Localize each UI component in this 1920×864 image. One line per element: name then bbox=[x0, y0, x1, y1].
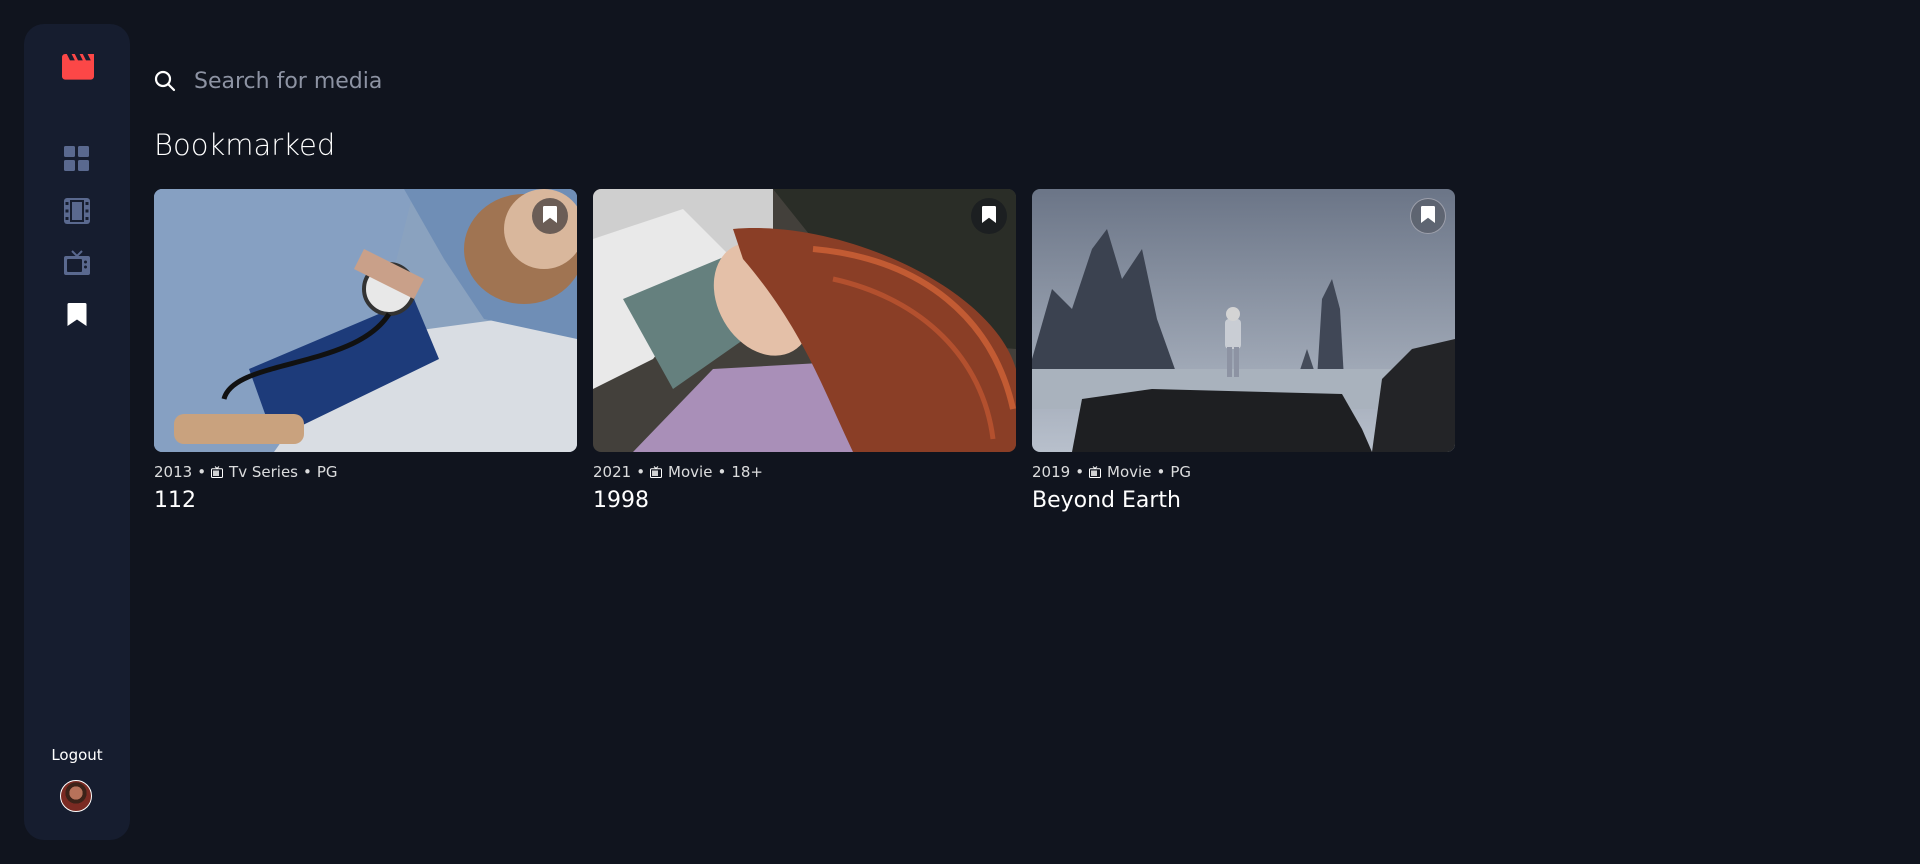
media-category: Movie bbox=[1107, 463, 1152, 481]
bookmark-icon bbox=[67, 303, 87, 331]
media-card[interactable]: 2019 • Movie • PG Beyond Earth bbox=[1032, 189, 1455, 513]
tv-icon bbox=[64, 250, 90, 280]
media-category: Tv Series bbox=[229, 463, 298, 481]
thumbnail-image bbox=[1032, 189, 1455, 452]
nav-home[interactable] bbox=[64, 146, 90, 176]
media-thumbnail[interactable] bbox=[1032, 189, 1455, 452]
media-title: Beyond Earth bbox=[1032, 488, 1182, 513]
media-meta: 2019 • Movie • PG bbox=[1032, 463, 1191, 481]
logout-button[interactable]: Logout bbox=[24, 746, 130, 764]
logo-icon[interactable] bbox=[62, 54, 94, 80]
bookmark-button[interactable] bbox=[1410, 198, 1446, 234]
sidebar: Logout bbox=[24, 24, 130, 840]
bookmark-icon bbox=[543, 205, 557, 227]
thumbnail-image bbox=[593, 189, 1016, 452]
search-bar bbox=[154, 62, 854, 100]
media-card[interactable]: 2013 • Tv Series • PG 112 bbox=[154, 189, 577, 513]
avatar[interactable] bbox=[60, 780, 92, 812]
tv-category-icon bbox=[211, 466, 224, 478]
nav-tv-series[interactable] bbox=[64, 250, 90, 280]
media-year: 2021 bbox=[593, 463, 632, 481]
search-input[interactable] bbox=[194, 68, 794, 94]
bookmark-button[interactable] bbox=[532, 198, 568, 234]
media-thumbnail[interactable] bbox=[593, 189, 1016, 452]
media-card[interactable]: 2021 • Movie • 18+ 1998 bbox=[593, 189, 1016, 513]
thumbnail-image bbox=[154, 189, 577, 452]
media-year: 2013 bbox=[154, 463, 193, 481]
section-title: Bookmarked bbox=[154, 128, 336, 162]
bookmark-icon bbox=[982, 205, 996, 227]
media-thumbnail[interactable] bbox=[154, 189, 577, 452]
media-rating: 18+ bbox=[731, 463, 763, 481]
movie-category-icon bbox=[650, 466, 663, 478]
media-title: 1998 bbox=[593, 488, 649, 513]
bookmark-icon bbox=[1421, 205, 1435, 227]
media-rating: PG bbox=[1170, 463, 1191, 481]
media-year: 2019 bbox=[1032, 463, 1071, 481]
media-category: Movie bbox=[668, 463, 713, 481]
media-title: 112 bbox=[154, 488, 196, 513]
media-meta: 2013 • Tv Series • PG bbox=[154, 463, 338, 481]
film-icon bbox=[64, 198, 90, 228]
grid-icon bbox=[64, 146, 90, 176]
nav-bookmarks[interactable] bbox=[64, 303, 90, 331]
search-icon bbox=[154, 70, 176, 92]
media-meta: 2021 • Movie • 18+ bbox=[593, 463, 763, 481]
movie-category-icon bbox=[1089, 466, 1102, 478]
nav-movies[interactable] bbox=[64, 198, 90, 228]
media-rating: PG bbox=[316, 463, 338, 481]
bookmark-button[interactable] bbox=[971, 198, 1007, 234]
